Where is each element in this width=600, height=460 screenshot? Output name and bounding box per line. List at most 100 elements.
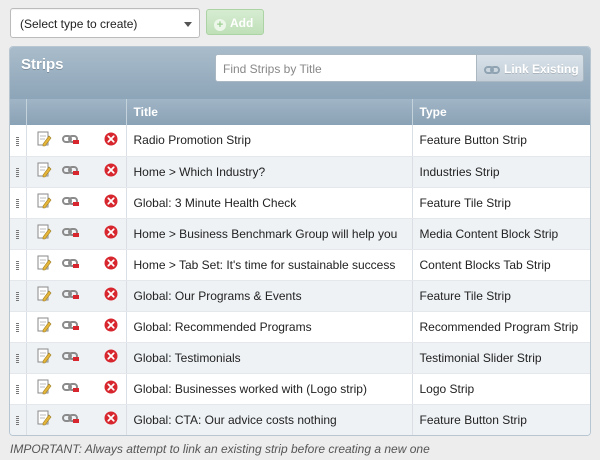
edit-icon[interactable] [36, 286, 52, 305]
delete-icon[interactable] [104, 163, 118, 180]
edit-icon[interactable] [36, 317, 52, 336]
drag-handle-icon[interactable] [16, 167, 20, 177]
row-type: Content Blocks Tab Strip [411, 249, 590, 281]
drag-handle-icon[interactable] [16, 229, 20, 239]
delete-icon[interactable] [104, 132, 118, 149]
row-title: Global: Our Programs & Events [125, 280, 412, 312]
table-row: Global: Testimonials Testimonial Slider S… [10, 342, 590, 374]
type-select-value: (Select type to create) [20, 17, 138, 31]
add-button[interactable]: + Add [206, 9, 264, 35]
edit-icon[interactable] [36, 224, 52, 243]
row-actions [25, 404, 126, 435]
row-handle-cell[interactable] [10, 280, 26, 312]
row-type: Recommended Program Strip [411, 311, 590, 343]
panel-header: Strips Find Strips by Title Link Existin… [10, 47, 590, 99]
table-row: Radio Promotion Strip Feature Button Stri… [10, 125, 590, 157]
link-icon[interactable] [61, 319, 80, 334]
row-type: Logo Strip [411, 373, 590, 405]
row-actions [25, 373, 126, 405]
strips-table: Title Type Radio Promotion Strip Feature … [10, 99, 590, 435]
table-row: Global: CTA: Our advice costs nothing Fea… [10, 404, 590, 435]
table-row: Home > Business Benchmark Group will hel… [10, 218, 590, 250]
drag-handle-icon[interactable] [16, 384, 20, 394]
row-title: Global: 3 Minute Health Check [125, 187, 412, 219]
row-type: Media Content Block Strip [411, 218, 590, 250]
edit-icon[interactable] [36, 131, 52, 150]
link-icon[interactable] [61, 195, 80, 210]
link-icon[interactable] [61, 288, 80, 303]
strips-panel: Strips Find Strips by Title Link Existin… [9, 46, 591, 436]
delete-icon[interactable] [104, 287, 118, 304]
plus-icon: + [214, 19, 226, 31]
row-title: Global: Businesses worked with (Logo str… [125, 373, 412, 405]
delete-icon[interactable] [104, 256, 118, 273]
row-actions [25, 218, 126, 250]
table-row: Global: Recommended Programs Recommended … [10, 311, 590, 343]
drag-handle-icon[interactable] [16, 322, 20, 332]
delete-icon[interactable] [104, 318, 118, 335]
column-header-actions [25, 99, 126, 125]
footer-note: IMPORTANT: Always attempt to link an exi… [10, 442, 430, 456]
table-row: Global: Businesses worked with (Logo str… [10, 373, 590, 405]
row-handle-cell[interactable] [10, 373, 26, 405]
type-select[interactable]: (Select type to create) [10, 8, 200, 38]
row-actions [25, 342, 126, 374]
chevron-down-icon [184, 22, 192, 27]
table-row: Home > Tab Set: It's time for sustainabl… [10, 249, 590, 281]
row-actions [25, 125, 126, 157]
edit-icon[interactable] [36, 162, 52, 181]
row-handle-cell[interactable] [10, 156, 26, 188]
row-type: Feature Tile Strip [411, 187, 590, 219]
drag-handle-icon[interactable] [16, 198, 20, 208]
row-type: Feature Button Strip [411, 404, 590, 435]
row-actions [25, 311, 126, 343]
edit-icon[interactable] [36, 379, 52, 398]
delete-icon[interactable] [104, 225, 118, 242]
row-title: Home > Business Benchmark Group will hel… [125, 218, 412, 250]
column-header-handle [10, 99, 26, 125]
toolbar: (Select type to create) + Add [10, 8, 590, 38]
row-handle-cell[interactable] [10, 125, 26, 157]
row-handle-cell[interactable] [10, 404, 26, 435]
row-title: Global: Testimonials [125, 342, 412, 374]
link-icon[interactable] [61, 164, 80, 179]
delete-icon[interactable] [104, 194, 118, 211]
link-icon[interactable] [61, 133, 80, 148]
link-icon[interactable] [61, 257, 80, 272]
drag-handle-icon[interactable] [16, 353, 20, 363]
row-actions [25, 280, 126, 312]
link-existing-label: Link Existing [504, 62, 579, 76]
edit-icon[interactable] [36, 193, 52, 212]
table-header-row: Title Type [10, 99, 590, 125]
row-type: Feature Tile Strip [411, 280, 590, 312]
row-type: Feature Button Strip [411, 125, 590, 157]
edit-icon[interactable] [36, 410, 52, 429]
edit-icon[interactable] [36, 348, 52, 367]
row-handle-cell[interactable] [10, 342, 26, 374]
edit-icon[interactable] [36, 255, 52, 274]
table-row: Home > Which Industry? Industries Strip [10, 156, 590, 188]
delete-icon[interactable] [104, 411, 118, 428]
column-header-title: Title [125, 99, 412, 125]
link-icon[interactable] [61, 412, 80, 427]
link-icon[interactable] [61, 350, 80, 365]
link-existing-button[interactable]: Link Existing [476, 54, 584, 82]
link-icon [484, 66, 500, 74]
delete-icon[interactable] [104, 349, 118, 366]
row-title: Home > Tab Set: It's time for sustainabl… [125, 249, 412, 281]
drag-handle-icon[interactable] [16, 291, 20, 301]
row-type: Testimonial Slider Strip [411, 342, 590, 374]
delete-icon[interactable] [104, 380, 118, 397]
row-handle-cell[interactable] [10, 249, 26, 281]
row-handle-cell[interactable] [10, 311, 26, 343]
drag-handle-icon[interactable] [16, 415, 20, 425]
drag-handle-icon[interactable] [16, 136, 20, 146]
link-icon[interactable] [61, 226, 80, 241]
row-type: Industries Strip [411, 156, 590, 188]
drag-handle-icon[interactable] [16, 260, 20, 270]
table-row: Global: Our Programs & Events Feature Til… [10, 280, 590, 312]
row-handle-cell[interactable] [10, 218, 26, 250]
row-handle-cell[interactable] [10, 187, 26, 219]
link-icon[interactable] [61, 381, 80, 396]
search-input[interactable]: Find Strips by Title [215, 54, 477, 82]
